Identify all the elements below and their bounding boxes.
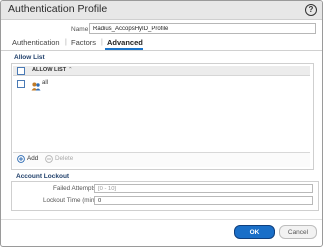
minus-circle-icon bbox=[45, 155, 53, 163]
tab-separator: | bbox=[65, 39, 67, 46]
cancel-button[interactable]: Cancel bbox=[279, 225, 317, 239]
name-label: Name bbox=[71, 26, 89, 33]
ok-button[interactable]: OK bbox=[234, 225, 275, 239]
account-lockout-section-label: Account Lockout bbox=[16, 173, 70, 180]
lockout-time-input[interactable] bbox=[94, 196, 313, 205]
active-tab-indicator bbox=[105, 48, 143, 50]
tab-advanced[interactable]: Advanced bbox=[107, 38, 143, 47]
tab-separator: | bbox=[101, 39, 103, 46]
add-button-label: Add bbox=[27, 155, 39, 162]
help-icon[interactable]: ? bbox=[305, 4, 317, 16]
footer-divider bbox=[1, 219, 322, 220]
select-all-checkbox[interactable] bbox=[17, 67, 25, 75]
tab-factors[interactable]: Factors bbox=[71, 38, 96, 47]
authentication-profile-dialog: Authentication Profile ? Name Authentica… bbox=[0, 0, 323, 247]
dialog-titlebar: Authentication Profile ? bbox=[1, 1, 322, 20]
failed-attempts-label: Failed Attempts bbox=[53, 185, 97, 192]
row-checkbox[interactable] bbox=[17, 80, 25, 88]
name-input[interactable] bbox=[89, 23, 316, 34]
allow-list-column-header[interactable]: ALLOW LIST bbox=[32, 67, 66, 73]
users-icon bbox=[31, 78, 41, 91]
tab-authentication[interactable]: Authentication bbox=[12, 38, 60, 47]
delete-button-label: Delete bbox=[55, 155, 74, 162]
delete-button[interactable]: Delete bbox=[45, 154, 77, 164]
tab-bar: Authentication | Factors | Advanced bbox=[1, 38, 322, 51]
add-button[interactable]: Add bbox=[17, 154, 41, 164]
failed-attempts-input[interactable] bbox=[94, 184, 313, 193]
lockout-time-label: Lockout Time (min) bbox=[43, 197, 97, 204]
allow-list-section-label: Allow List bbox=[14, 54, 45, 61]
plus-circle-icon bbox=[17, 155, 25, 163]
dialog-title: Authentication Profile bbox=[8, 3, 108, 15]
allow-list-item-text: all bbox=[42, 80, 49, 86]
chevron-up-icon[interactable]: ⌃ bbox=[68, 67, 73, 73]
